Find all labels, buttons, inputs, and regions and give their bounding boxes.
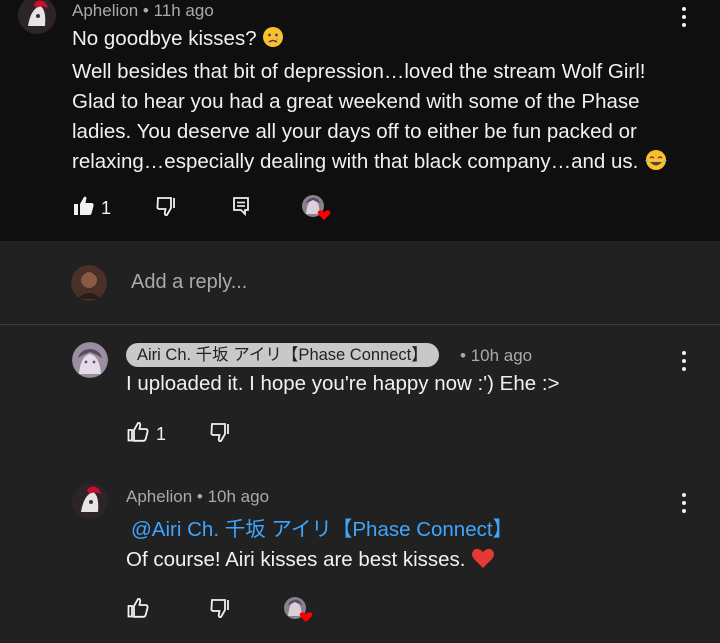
author-name[interactable]: Aphelion bbox=[72, 1, 138, 20]
comment-text: No goodbye kisses? Well besides that bit… bbox=[72, 24, 668, 180]
aphelion-avatar[interactable] bbox=[72, 483, 108, 519]
timestamp[interactable]: 10h ago bbox=[208, 487, 269, 506]
comment-meta: Aphelion • 11h ago bbox=[72, 1, 214, 21]
more-vert-icon[interactable] bbox=[678, 351, 690, 373]
timestamp[interactable]: 11h ago bbox=[154, 1, 214, 20]
reply-line: Of course! Airi kisses are best kisses. bbox=[126, 548, 466, 571]
like-icon[interactable] bbox=[127, 422, 149, 447]
more-vert-icon[interactable] bbox=[678, 493, 690, 515]
dislike-icon[interactable] bbox=[156, 196, 178, 221]
like-icon[interactable] bbox=[73, 196, 95, 221]
comment-line: Well besides that bit of depression…love… bbox=[72, 60, 646, 83]
creator-heart-icon bbox=[283, 596, 315, 629]
meta-separator: • bbox=[142, 1, 149, 20]
reply-text: I uploaded it. I hope you're happy now :… bbox=[126, 372, 560, 395]
reply-icon[interactable] bbox=[232, 196, 250, 221]
timestamp[interactable]: 10h ago bbox=[471, 346, 532, 365]
more-vert-icon[interactable] bbox=[678, 7, 690, 29]
meta-separator: • bbox=[196, 487, 203, 506]
mention-link[interactable]: @Airi Ch. 千坂 アイリ【Phase Connect】 bbox=[131, 518, 513, 541]
comment-line: ladies. You deserve all your days off to… bbox=[72, 120, 637, 143]
reply-text: @Airi Ch. 千坂 アイリ【Phase Connect】 Of cours… bbox=[126, 515, 513, 578]
dislike-icon[interactable] bbox=[210, 598, 232, 623]
divider bbox=[0, 324, 720, 325]
add-reply-input[interactable]: Add a reply... bbox=[131, 271, 247, 294]
comment-line: relaxing…especially dealing with that bl… bbox=[72, 150, 639, 173]
creator-heart-icon bbox=[301, 194, 333, 227]
meta-separator: • bbox=[460, 346, 466, 365]
user-avatar bbox=[71, 265, 107, 301]
dislike-icon[interactable] bbox=[210, 422, 232, 447]
tears-of-joy-icon bbox=[644, 149, 668, 180]
like-icon[interactable] bbox=[127, 598, 149, 623]
comment-line: Glad to hear you had a great weekend wit… bbox=[72, 90, 640, 113]
crying-face-icon bbox=[262, 26, 284, 57]
reply-meta: Aphelion • 10h ago bbox=[126, 487, 269, 507]
comment-line: No goodbye kisses? bbox=[72, 27, 257, 50]
red-heart-icon bbox=[471, 547, 495, 578]
like-count: 1 bbox=[156, 424, 167, 444]
reply-meta: • 10h ago bbox=[460, 346, 532, 366]
airi-avatar[interactable] bbox=[72, 342, 108, 378]
channel-owner-badge[interactable]: Airi Ch. 千坂 アイリ【Phase Connect】 bbox=[126, 343, 439, 367]
author-name[interactable]: Aphelion bbox=[126, 487, 192, 506]
author-name: Airi Ch. 千坂 アイリ【Phase Connect】 bbox=[137, 346, 428, 364]
like-count: 1 bbox=[101, 198, 112, 218]
